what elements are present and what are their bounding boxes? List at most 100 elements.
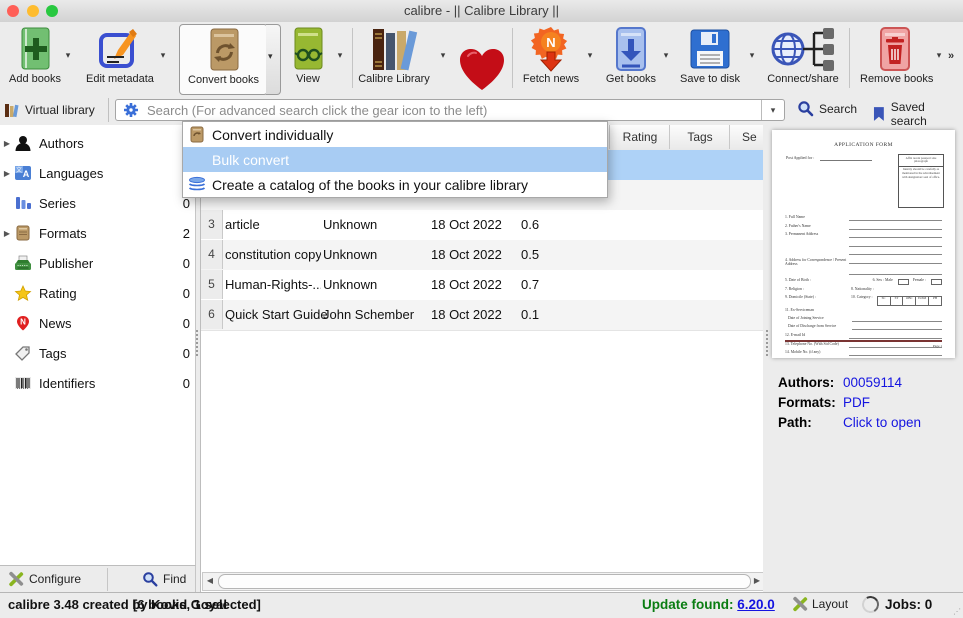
expand-arrow-icon[interactable]: ▶ [0,139,14,148]
saved-search-bookmark-icon [872,106,886,122]
path-link[interactable]: Click to open [843,415,921,430]
sidebar-item-label: Authors [39,136,168,151]
save-to-disk-button[interactable]: Save to disk [678,24,742,94]
authors-icon [14,135,32,151]
sidebar-item-series[interactable]: Series 0 [0,188,195,218]
scrollbar-thumb[interactable] [218,574,751,589]
sidebar-footer: Configure Find [0,565,196,593]
remove-books-button[interactable]: Remove books [860,24,930,94]
add-books-dropdown-arrow-icon[interactable]: ▾ [62,50,74,61]
languages-icon: A 文 [14,165,32,181]
layout-button[interactable]: Layout [792,596,848,612]
sidebar-item-news[interactable]: N News 0 [0,308,195,338]
separator [108,98,109,122]
add-books-icon [13,26,57,72]
search-history-dropdown[interactable]: ▾ [761,100,784,120]
calibre-library-dropdown-arrow-icon[interactable]: ▾ [437,50,449,61]
cover-photo-box: Affix recent passport size photograph Id… [898,154,944,208]
search-button[interactable]: Search [797,100,857,117]
scroll-left-arrow-icon[interactable]: ◀ [203,574,217,587]
formats-link[interactable]: PDF [843,395,870,410]
authors-link[interactable]: 00059114 [843,375,902,390]
sidebar-item-identifiers[interactable]: Identifiers 0 [0,368,195,398]
get-books-button[interactable]: Get books [602,24,660,94]
photo-box-text: Affix recent passport size photograph [899,155,943,167]
search-input[interactable] [145,102,761,119]
view-label: View [284,73,332,85]
cell-author: John Schember [323,300,429,330]
details-formats-row: Formats: PDF [778,395,870,410]
book-row[interactable]: 4 constitution copy Unknown 18 Oct 2022 … [201,240,764,271]
sidebar-item-publisher[interactable]: Publisher 0 [0,248,195,278]
update-version-link[interactable]: 6.20.0 [737,597,775,612]
toolbar-overflow-button[interactable]: » [948,50,954,62]
save-to-disk-dropdown-arrow-icon[interactable]: ▾ [746,50,758,61]
view-dropdown-arrow-icon[interactable]: ▾ [334,50,346,61]
edit-metadata-dropdown-arrow-icon[interactable]: ▾ [157,50,169,61]
cover-divider [785,340,942,342]
jobs-button[interactable]: Jobs: 0 [862,596,932,613]
book-cover-preview[interactable]: APPLICATION FORM Post Applied for : Affi… [772,130,955,358]
fetch-news-button[interactable]: N Fetch news [520,24,582,94]
convert-books-dropdown-arrow[interactable]: ▾ [266,24,281,95]
edit-metadata-button[interactable]: Edit metadata [86,24,150,94]
sidebar-item-label: Tags [39,346,168,361]
column-header-tags[interactable]: Tags [669,125,730,149]
book-row[interactable]: 3 article Unknown 18 Oct 2022 0.6 [201,210,764,241]
expand-arrow-icon[interactable]: ▶ [0,169,14,178]
menu-item-convert-individually[interactable]: Convert individually [183,122,607,147]
sidebar-item-count: 2 [168,226,195,241]
view-button[interactable]: View [284,24,332,94]
sidebar-splitter-handle[interactable] [196,330,198,356]
add-books-button[interactable]: Add books [6,24,64,94]
edit-metadata-label: Edit metadata [86,73,150,85]
get-books-dropdown-arrow-icon[interactable]: ▾ [660,50,672,61]
fetch-news-dropdown-arrow-icon[interactable]: ▾ [584,50,596,61]
resize-grip-icon[interactable]: ⋰ [953,607,961,616]
details-splitter-handle[interactable] [766,330,768,356]
configure-button[interactable]: Configure [8,571,81,587]
update-label: Update found: [642,597,733,612]
search-bar[interactable]: ▾ [115,99,785,121]
saved-search-button[interactable]: Saved search [872,100,963,128]
book-row[interactable]: 5 Human-Rights-... Unknown 18 Oct 2022 0… [201,270,764,301]
connect-share-label: Connect/share [766,73,840,85]
connect-share-button[interactable]: Connect/share [766,24,840,94]
connect-share-icon [768,26,838,72]
formats-icon [14,225,32,241]
find-button[interactable]: Find [142,571,186,587]
toolbar-separator [352,28,353,88]
cell-title: article [225,210,321,240]
title-bar: calibre - || Calibre Library || [0,0,963,23]
sidebar-item-languages[interactable]: ▶ A 文 Languages [0,158,195,188]
calibre-library-button[interactable]: Calibre Library [358,24,430,94]
advanced-search-gear-icon[interactable] [123,102,139,118]
window-title: calibre - || Calibre Library || [0,3,963,18]
cover-page-label: Page 1 [785,344,942,348]
row-number: 6 [201,300,223,329]
edit-metadata-icon [96,26,140,72]
sidebar-item-rating[interactable]: Rating 0 [0,278,195,308]
fetch-news-label: Fetch news [520,73,582,85]
menu-item-create-catalog[interactable]: Create a catalog of the books in your ca… [183,172,607,197]
convert-books-button[interactable]: Convert books [179,24,268,95]
sidebar-item-tags[interactable]: Tags 0 [0,338,195,368]
expand-arrow-icon[interactable]: ▶ [0,229,14,238]
svg-text:A: A [23,169,30,179]
donate-button[interactable] [458,48,506,95]
menu-item-bulk-convert[interactable]: Bulk convert [183,147,607,172]
path-label: Path: [778,415,843,430]
configure-label: Configure [29,572,81,586]
column-header-rating[interactable]: Rating [609,125,670,149]
scroll-right-arrow-icon[interactable]: ▶ [750,574,764,587]
publisher-icon [14,255,32,271]
authors-label: Authors: [778,375,843,390]
book-row[interactable]: 6 Quick Start Guide John Schember 18 Oct… [201,300,764,331]
horizontal-scrollbar[interactable]: ◀ ▶ [202,572,765,591]
find-magnifier-icon [142,571,158,587]
sidebar-item-formats[interactable]: ▶ Formats 2 [0,218,195,248]
virtual-library-button[interactable]: Virtual library [4,99,95,121]
remove-books-dropdown-arrow-icon[interactable]: ▾ [933,50,945,61]
sidebar-item-authors[interactable]: ▶ Authors [0,128,195,158]
search-magnifier-icon [797,100,814,117]
